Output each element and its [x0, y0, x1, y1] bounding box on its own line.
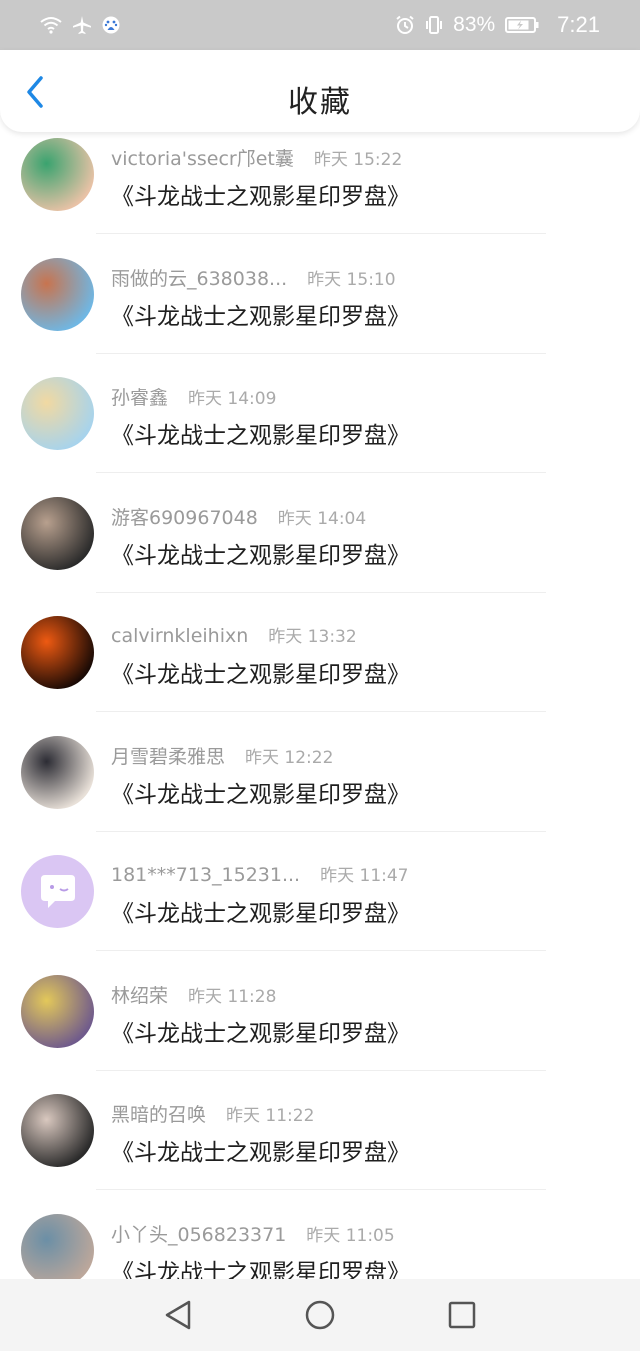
- divider: [96, 711, 546, 712]
- status-bar: 83% 7:21: [0, 0, 640, 50]
- list-item[interactable]: 林绍荣 昨天 11:28 《斗龙战士之观影星印罗盘》: [0, 957, 640, 1077]
- user-name[interactable]: 雨做的云_638038...: [111, 264, 287, 291]
- item-meta: victoria'ssecr邝et囊 昨天 15:22: [111, 144, 402, 171]
- item-meta: 黑暗的召唤 昨天 11:22: [111, 1100, 314, 1127]
- avatar[interactable]: [21, 377, 94, 450]
- item-title[interactable]: 《斗龙战士之观影星印罗盘》: [111, 536, 410, 570]
- item-meta: 月雪碧柔雅思 昨天 12:22: [111, 742, 333, 769]
- nav-home-button[interactable]: [300, 1297, 340, 1333]
- nav-recents-button[interactable]: [442, 1297, 482, 1333]
- battery-icon: [505, 16, 539, 34]
- alarm-icon: [395, 15, 415, 35]
- user-name[interactable]: victoria'ssecr邝et囊: [111, 144, 294, 171]
- user-name[interactable]: calvirnkleihixn: [111, 625, 248, 647]
- battery-percent: 83%: [453, 13, 496, 36]
- timestamp: 昨天 11:28: [188, 986, 277, 1007]
- nav-back-button[interactable]: [158, 1297, 198, 1333]
- avatar[interactable]: [21, 138, 94, 211]
- wifi-icon: [40, 16, 62, 34]
- baidu-icon: [102, 15, 120, 35]
- timestamp: 昨天 15:22: [313, 150, 403, 170]
- item-title[interactable]: 《斗龙战士之观影星印罗盘》: [111, 775, 410, 809]
- square-recents-icon: [448, 1301, 476, 1329]
- avatar[interactable]: [21, 974, 94, 1048]
- item-title[interactable]: 《斗龙战士之观影星印罗盘》: [111, 416, 410, 450]
- divider: [96, 950, 546, 951]
- user-name[interactable]: 游客690967048: [111, 503, 258, 530]
- item-meta: 林绍荣 昨天 11:28: [111, 981, 276, 1008]
- divider: [96, 472, 546, 473]
- favorites-list: victoria'ssecr邝et囊 昨天 15:22 《斗龙战士之观影星印罗盘》雨…: [0, 120, 640, 1315]
- user-name[interactable]: 月雪碧柔雅思: [111, 742, 225, 769]
- divider: [96, 233, 546, 234]
- timestamp: 昨天 14:04: [277, 508, 367, 529]
- avatar[interactable]: [21, 616, 94, 689]
- divider: [96, 1189, 546, 1190]
- user-name[interactable]: 小丫头_056823371: [111, 1220, 286, 1247]
- divider: [96, 830, 546, 832]
- circle-home-icon: [305, 1300, 335, 1330]
- list-item[interactable]: victoria'ssecr邝et囊 昨天 15:22 《斗龙战士之观影星印罗盘》: [0, 120, 640, 240]
- timestamp: 昨天 11:05: [306, 1225, 395, 1246]
- list-item[interactable]: 181***713_15231... 昨天 11:47 《斗龙战士之观影星印罗盘》: [0, 837, 640, 957]
- divider: [96, 352, 546, 354]
- timestamp: 昨天 15:10: [307, 269, 396, 290]
- user-name[interactable]: 181***713_15231...: [111, 864, 300, 886]
- list-item[interactable]: 黑暗的召唤 昨天 11:22 《斗龙战士之观影星印罗盘》: [0, 1076, 640, 1196]
- item-title[interactable]: 《斗龙战士之观影星印罗盘》: [111, 1133, 410, 1167]
- clock-time: 7:21: [557, 12, 600, 37]
- screen: 83% 7:21 收藏 victoria'ssecr邝et囊 昨天 15:22 《斗…: [0, 0, 640, 1351]
- item-meta: calvirnkleihixn 昨天 13:32: [111, 622, 357, 647]
- timestamp: 昨天 14:09: [188, 389, 277, 409]
- user-name[interactable]: 孙睿鑫: [111, 383, 168, 410]
- vibrate-icon: [425, 15, 443, 35]
- item-title[interactable]: 《斗龙战士之观影星印罗盘》: [111, 177, 410, 211]
- list-item[interactable]: 月雪碧柔雅思 昨天 12:22 《斗龙战士之观影星印罗盘》: [0, 718, 640, 838]
- list-item[interactable]: calvirnkleihixn 昨天 13:32 《斗龙战士之观影星印罗盘》: [0, 598, 640, 718]
- page-title: 收藏: [288, 85, 352, 120]
- item-title[interactable]: 《斗龙战士之观影星印罗盘》: [111, 894, 410, 928]
- triangle-back-icon: [165, 1300, 191, 1330]
- avatar[interactable]: [21, 735, 94, 809]
- item-meta: 小丫头_056823371 昨天 11:05: [111, 1220, 395, 1247]
- chat-bubble-icon: [41, 875, 75, 908]
- avatar[interactable]: [21, 496, 94, 570]
- item-title[interactable]: 《斗龙战士之观影星印罗盘》: [111, 297, 410, 331]
- header: 收藏: [0, 50, 640, 132]
- user-name[interactable]: 黑暗的召唤: [111, 1100, 206, 1127]
- item-meta: 孙睿鑫 昨天 14:09: [111, 383, 276, 410]
- timestamp: 昨天 11:22: [226, 1106, 315, 1126]
- item-title[interactable]: 《斗龙战士之观影星印罗盘》: [111, 1014, 410, 1048]
- airplane-icon: [72, 15, 92, 35]
- item-title[interactable]: 《斗龙战士之观影星印罗盘》: [111, 655, 410, 689]
- item-meta: 雨做的云_638038... 昨天 15:10: [111, 264, 396, 291]
- divider: [96, 1069, 546, 1071]
- item-meta: 游客690967048 昨天 14:04: [111, 503, 366, 530]
- avatar[interactable]: [21, 257, 94, 331]
- timestamp: 昨天 13:32: [268, 627, 357, 647]
- timestamp: 昨天 11:47: [320, 866, 409, 886]
- timestamp: 昨天 12:22: [245, 747, 334, 768]
- list-item[interactable]: 游客690967048 昨天 14:04 《斗龙战士之观影星印罗盘》: [0, 479, 640, 599]
- avatar[interactable]: [21, 1094, 94, 1167]
- user-name[interactable]: 林绍荣: [111, 981, 168, 1008]
- item-meta: 181***713_15231... 昨天 11:47: [111, 861, 409, 886]
- list-item[interactable]: 雨做的云_638038... 昨天 15:10 《斗龙战士之观影星印罗盘》: [0, 240, 640, 360]
- system-navigation-bar: [0, 1279, 640, 1351]
- avatar[interactable]: [21, 855, 94, 928]
- list-item[interactable]: 孙睿鑫 昨天 14:09 《斗龙战士之观影星印罗盘》: [0, 359, 640, 479]
- avatar[interactable]: [21, 1213, 94, 1287]
- divider: [96, 591, 546, 593]
